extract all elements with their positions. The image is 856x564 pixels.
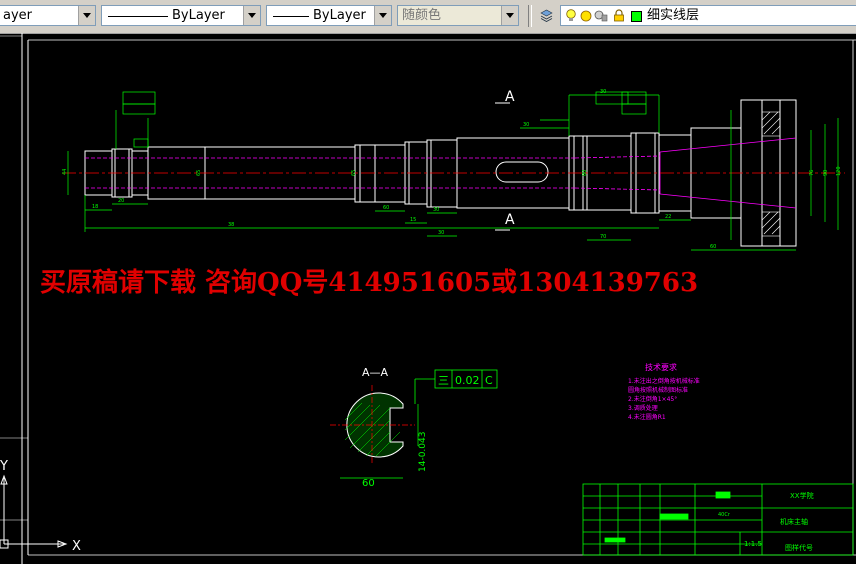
lightbulb-icon[interactable] (565, 9, 577, 23)
tech-item: 圆角按照机械制图标准 (628, 387, 689, 394)
title-school: XX学院 (790, 491, 814, 500)
sun-icon[interactable] (580, 10, 592, 22)
layer-combo-text: ayer (3, 8, 33, 23)
svg-text:90: 90 (823, 170, 829, 176)
ucs-icon: X Y (0, 459, 81, 554)
linetype-combo[interactable]: ByLayer (101, 5, 261, 26)
ucs-x-label: X (72, 539, 81, 554)
title-part-name: 机床主轴 (780, 517, 808, 526)
viewport-freeze-icon[interactable] (594, 10, 608, 22)
svg-text:120: 120 (836, 166, 842, 176)
lineweight-preview (273, 16, 309, 17)
lock-icon[interactable] (613, 9, 625, 22)
svg-text:44: 44 (62, 169, 68, 175)
keyway-dim-width: 60 (362, 478, 375, 489)
title-block-text: XX学院 40Cr 机床主轴 1:1.5 图样代号 (718, 491, 814, 552)
svg-text:65: 65 (351, 170, 357, 176)
layer-state-combo[interactable]: 细实线层 (560, 5, 856, 26)
color-combo-text: 随颜色 (402, 8, 442, 23)
svg-text:80: 80 (582, 170, 588, 176)
layer-combo[interactable]: ayer (0, 5, 96, 26)
svg-text:70: 70 (600, 234, 606, 240)
dimension-lines (67, 91, 839, 251)
section-view: A—A 60 14-0.043 三 0.02 C (330, 366, 498, 489)
section-marker-top: A (505, 89, 515, 105)
svg-text:76: 76 (809, 170, 815, 176)
chevron-down-icon[interactable] (374, 6, 391, 25)
ucs-y-label: Y (0, 459, 8, 474)
keyway-dim-depth: 14-0.043 (418, 432, 428, 472)
tolerance-value: 0.02 (455, 374, 480, 387)
title-material: 40Cr (718, 512, 731, 518)
svg-text:20: 20 (118, 198, 124, 204)
tech-item: 4.未注圆角R1 (628, 414, 666, 421)
svg-text:38: 38 (228, 222, 234, 228)
layer-color-swatch (631, 11, 642, 22)
watermark-text: 买原稿请下载 咨询QQ号414951605或1304139763 (40, 268, 699, 298)
tech-item: 3.调质处理 (628, 405, 658, 412)
lineweight-combo-text: ByLayer (313, 8, 366, 23)
svg-text:65: 65 (196, 170, 202, 176)
linetype-preview (108, 16, 168, 17)
linetype-combo-text: ByLayer (172, 8, 225, 23)
title-scale: 1:1.5 (744, 540, 762, 548)
tech-item: 2.未注倒角1×45° (628, 396, 678, 403)
svg-text:18: 18 (92, 204, 98, 210)
svg-text:15: 15 (410, 217, 416, 223)
section-label: A—A (362, 366, 389, 379)
svg-text:60: 60 (710, 244, 716, 250)
chevron-down-icon[interactable] (78, 6, 95, 25)
layer-manager-icon[interactable] (540, 9, 553, 22)
chevron-down-icon[interactable] (501, 6, 518, 25)
svg-text:30: 30 (438, 230, 444, 236)
svg-text:60: 60 (383, 205, 389, 211)
tech-item: 1.未注出之倒角按机械标准 (628, 378, 700, 385)
tolerance-symbol: 三 (438, 374, 449, 387)
svg-text:22: 22 (665, 214, 671, 220)
toolbar-separator (528, 5, 532, 27)
svg-text:30: 30 (433, 207, 439, 213)
lineweight-combo[interactable]: ByLayer (266, 5, 392, 26)
tolerance-datum: C (485, 374, 493, 387)
flange-hatch (761, 111, 781, 237)
title-drawing-no: 图样代号 (785, 543, 813, 552)
svg-text:30: 30 (523, 122, 529, 128)
dimension-text: 18 20 38 60 30 15 30 70 22 60 30 30 44 6… (62, 89, 842, 250)
svg-text:30: 30 (600, 89, 606, 95)
tech-title: 技术要求 (645, 363, 677, 372)
properties-toolbar: ayer ByLayer ByLayer 随颜色 细实线层 (0, 0, 856, 34)
color-combo[interactable]: 随颜色 (397, 5, 519, 26)
chevron-down-icon[interactable] (243, 6, 260, 25)
section-marker-bottom: A (505, 212, 515, 228)
section-cut-markers: A A (495, 89, 515, 231)
current-layer-name: 细实线层 (647, 8, 700, 23)
